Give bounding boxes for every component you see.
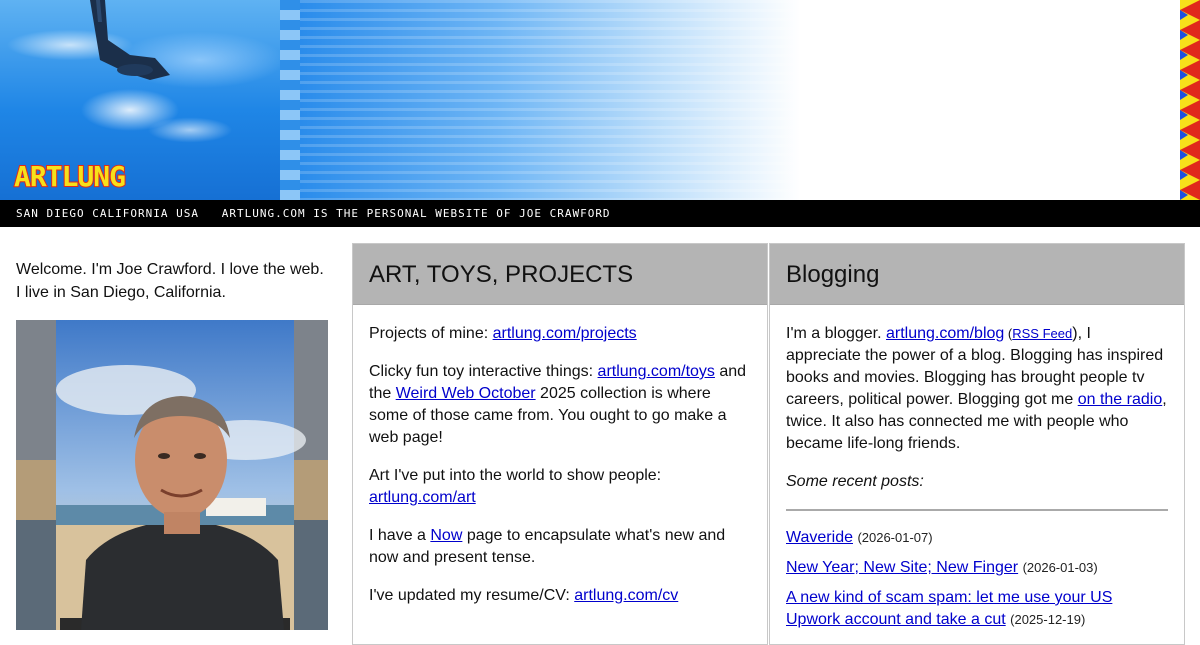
toys-paragraph: Clicky fun toy interactive things: artlu… <box>369 361 751 449</box>
artlung-logo[interactable]: ARTLUNG <box>12 160 152 192</box>
projects-text: Projects of mine: <box>369 325 493 342</box>
toys-link[interactable]: artlung.com/toys <box>598 363 715 380</box>
post-date: (2026-01-07) <box>857 530 933 545</box>
tagline-text: SAN DIEGO CALIFORNIA USA ARTLUNG.COM IS … <box>16 207 611 220</box>
art-panel-body: Projects of mine: artlung.com/projects C… <box>353 305 767 607</box>
rss-feed-link[interactable]: RSS Feed <box>1012 326 1072 341</box>
blogging-panel: Blogging I'm a blogger. artlung.com/blog… <box>769 243 1185 645</box>
art-panel-header: ART, TOYS, PROJECTS <box>353 244 767 305</box>
post-date: (2026-01-03) <box>1022 560 1098 575</box>
toys-text-a: Clicky fun toy interactive things: <box>369 363 598 380</box>
blog-intro-paragraph: I'm a blogger. artlung.com/blog (RSS Fee… <box>786 323 1168 455</box>
post-link-waveride[interactable]: Waveride <box>786 529 853 546</box>
checker-stripe <box>280 0 300 200</box>
divider <box>786 509 1168 511</box>
surfer-figure <box>90 0 170 80</box>
art-panel-title: ART, TOYS, PROJECTS <box>369 261 634 288</box>
triangle-decoration <box>1180 0 1200 200</box>
art-paragraph: Art I've put into the world to show peop… <box>369 465 751 509</box>
now-text-a: I have a <box>369 527 431 544</box>
site-header: ARTLUNG <box>0 0 1200 200</box>
cv-link[interactable]: artlung.com/cv <box>574 587 678 604</box>
welcome-line-2: I live in San Diego, California. <box>16 284 226 301</box>
blog-panel-title: Blogging <box>786 261 880 288</box>
post-link-new-year[interactable]: New Year; New Site; New Finger <box>786 559 1018 576</box>
projects-paragraph: Projects of mine: artlung.com/projects <box>369 323 751 345</box>
tagline-bar: SAN DIEGO CALIFORNIA USA ARTLUNG.COM IS … <box>0 200 1200 227</box>
recent-posts-label: Some recent posts: <box>786 473 924 490</box>
portrait-photo <box>16 320 328 630</box>
list-item: Waveride (2026-01-07) <box>786 527 1168 549</box>
art-toys-projects-panel: ART, TOYS, PROJECTS Projects of mine: ar… <box>352 243 768 645</box>
blog-text-a: I'm a blogger. <box>786 325 886 342</box>
blog-link[interactable]: artlung.com/blog <box>886 325 1004 342</box>
on-the-radio-link[interactable]: on the radio <box>1078 391 1163 408</box>
welcome-intro: Welcome. I'm Joe Crawford. I love the we… <box>16 258 336 304</box>
cv-text: I've updated my resume/CV: <box>369 587 575 604</box>
now-link[interactable]: Now <box>430 527 462 544</box>
logo-text: ARTLUNG <box>14 160 125 192</box>
portrait-image <box>16 320 328 630</box>
projects-link[interactable]: artlung.com/projects <box>493 325 637 342</box>
welcome-line-1: Welcome. I'm Joe Crawford. I love the we… <box>16 261 324 278</box>
now-paragraph: I have a Now page to encapsulate what's … <box>369 525 751 569</box>
list-item: A new kind of scam spam: let me use your… <box>786 587 1168 631</box>
list-item: New Year; New Site; New Finger (2026-01-… <box>786 557 1168 579</box>
post-date: (2025-12-19) <box>1010 612 1086 627</box>
blue-fade-banner <box>300 0 800 200</box>
art-link[interactable]: artlung.com/art <box>369 489 476 506</box>
art-text: Art I've put into the world to show peop… <box>369 467 662 484</box>
blog-panel-header: Blogging <box>770 244 1184 305</box>
cv-paragraph: I've updated my resume/CV: artlung.com/c… <box>369 585 751 607</box>
weird-web-october-link[interactable]: Weird Web October <box>396 385 536 402</box>
blog-panel-body: I'm a blogger. artlung.com/blog (RSS Fee… <box>770 305 1184 631</box>
